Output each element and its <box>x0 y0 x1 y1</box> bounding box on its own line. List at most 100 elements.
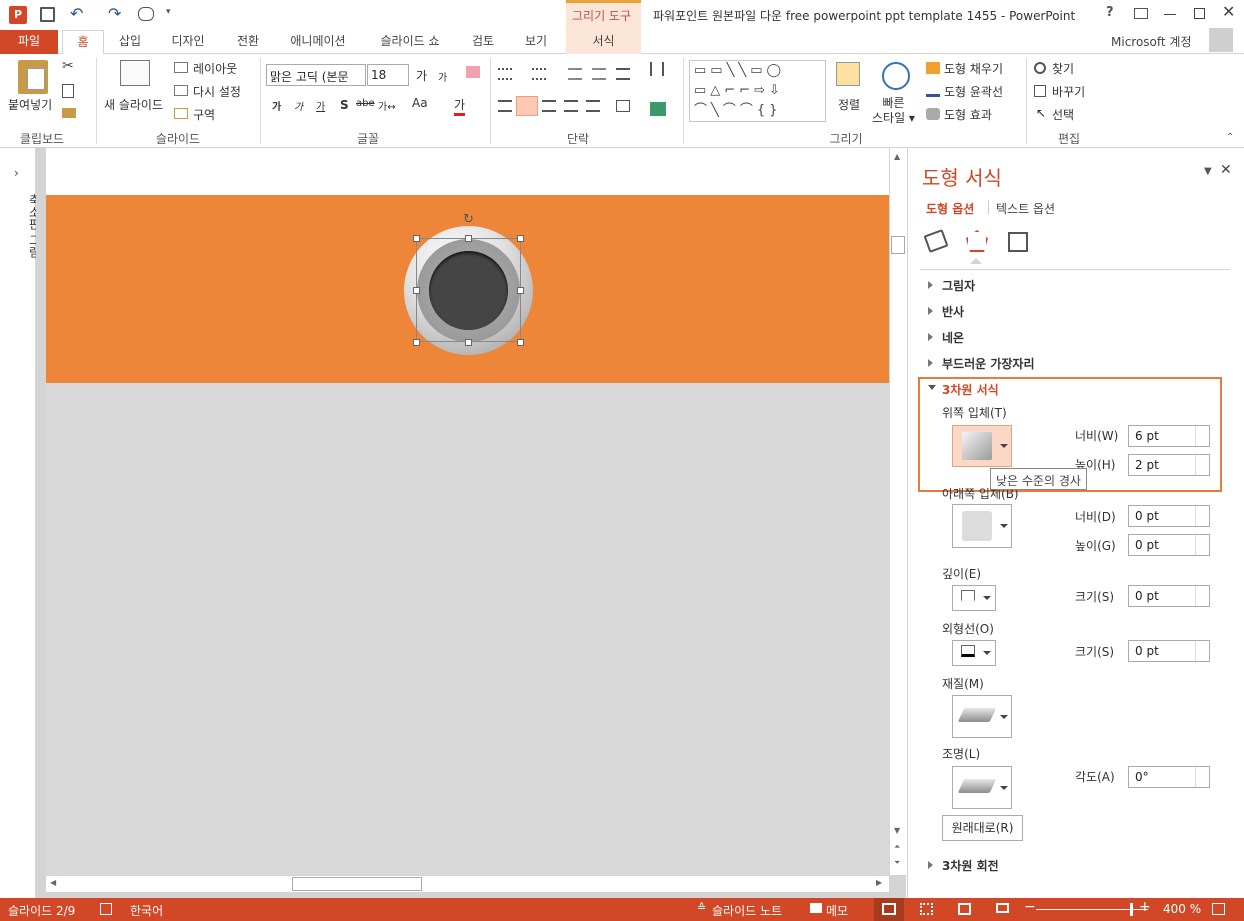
redo-icon[interactable]: ↷ <box>108 4 121 23</box>
case-icon[interactable]: Aa <box>412 96 428 110</box>
close-button[interactable]: ✕ <box>1222 2 1235 21</box>
shrink-font-icon[interactable]: 가 <box>438 69 447 84</box>
lighting-dropdown[interactable] <box>952 766 1012 809</box>
undo-icon[interactable]: ↶ <box>70 4 83 23</box>
replace-button[interactable]: 바꾸기 <box>1052 83 1085 100</box>
layout-icon[interactable] <box>174 62 188 73</box>
slideshow-icon[interactable] <box>138 7 154 21</box>
align-left-icon[interactable] <box>498 100 512 112</box>
quick-styles-icon[interactable] <box>882 62 910 90</box>
qat-customize-icon[interactable]: ▾ <box>166 7 171 17</box>
bold-icon[interactable]: 가 <box>272 98 281 113</box>
section-3d-rotation[interactable]: 3차원 회전 <box>942 857 999 874</box>
tab-design[interactable]: 디자인 <box>160 30 216 54</box>
section-icon[interactable] <box>174 108 188 119</box>
format-painter-icon[interactable] <box>62 108 76 118</box>
angle-input[interactable]: 0° <box>1128 766 1210 788</box>
resize-handle[interactable] <box>413 339 420 346</box>
zoom-level[interactable]: 400 % <box>1163 902 1201 916</box>
columns-icon[interactable] <box>650 62 664 76</box>
arrange-button[interactable]: 정렬 <box>838 96 860 113</box>
reset-icon[interactable] <box>174 85 188 96</box>
account-avatar[interactable] <box>1209 28 1233 52</box>
top-bevel-dropdown[interactable] <box>952 425 1012 467</box>
slide-sorter-icon[interactable] <box>920 903 933 915</box>
section-3d-format[interactable]: 3차원 서식 <box>942 381 999 398</box>
maximize-button[interactable] <box>1194 8 1205 19</box>
line-spacing-icon[interactable] <box>616 68 630 80</box>
horizontal-scrollbar[interactable]: ◀ ▶ <box>46 875 889 892</box>
tab-format[interactable]: 서식 <box>566 30 641 54</box>
decrease-indent-icon[interactable] <box>568 68 582 80</box>
slide-gray-body[interactable] <box>46 383 889 875</box>
shape-outline-button[interactable]: 도형 윤곽선 <box>944 83 1003 100</box>
account-label[interactable]: Microsoft 계정 <box>1111 33 1192 50</box>
arrange-icon[interactable] <box>836 62 860 86</box>
shapes-gallery[interactable]: ▭▭╲╲▭◯ ▭△⌐⌐⇨⇩ ⌒╲⌒⌒{} <box>689 60 826 122</box>
section-reflection[interactable]: 반사 <box>942 303 964 320</box>
replace-icon[interactable] <box>1034 85 1046 97</box>
top-bevel-width-input[interactable]: 6 pt <box>1128 425 1210 447</box>
resize-handle[interactable] <box>465 235 472 242</box>
smartart-icon[interactable] <box>650 102 666 116</box>
font-size-select[interactable]: 18 <box>367 64 409 86</box>
zoom-slider-thumb[interactable] <box>1130 903 1133 916</box>
tab-shape-options[interactable]: 도형 옵션 <box>926 200 974 217</box>
shape-fill-button[interactable]: 도형 채우기 <box>944 60 1003 77</box>
bullets-icon[interactable] <box>498 68 512 80</box>
justify-icon[interactable] <box>564 100 578 112</box>
comments-icon[interactable] <box>810 903 822 913</box>
font-name-select[interactable]: 맑은 고딕 (본문 <box>266 64 366 86</box>
quick-styles-button[interactable]: 빠른 스타일 ▾ <box>872 96 915 126</box>
strike-icon[interactable]: abe <box>356 98 375 109</box>
expand-thumbnails-icon[interactable]: › <box>14 166 19 180</box>
spacing-icon[interactable]: 가↔ <box>378 98 396 113</box>
pane-options-icon[interactable]: ▼ <box>1204 166 1212 177</box>
resize-handle[interactable] <box>465 339 472 346</box>
tab-animations[interactable]: 애니메이션 <box>282 30 354 54</box>
bottom-bevel-width-input[interactable]: 0 pt <box>1128 505 1210 527</box>
resize-handle[interactable] <box>517 235 524 242</box>
align-center-icon[interactable] <box>516 96 538 116</box>
contour-color-dropdown[interactable] <box>952 640 996 666</box>
zoom-out-button[interactable]: − <box>1024 899 1036 915</box>
reading-view-icon[interactable] <box>958 903 971 915</box>
distribute-icon[interactable] <box>586 100 600 112</box>
tab-insert[interactable]: 삽입 <box>110 30 150 54</box>
collapse-3d-format-icon[interactable] <box>928 385 936 390</box>
section-glow[interactable]: 네온 <box>942 329 964 346</box>
section-button[interactable]: 구역 <box>193 106 215 123</box>
fill-line-icon[interactable] <box>923 229 949 253</box>
cut-icon[interactable]: ✂ <box>62 58 74 74</box>
find-icon[interactable] <box>1034 62 1046 74</box>
shape-fill-icon[interactable] <box>926 62 940 74</box>
tab-text-options[interactable]: 텍스트 옵션 <box>996 200 1055 217</box>
select-icon[interactable]: ↖ <box>1036 106 1046 120</box>
grow-font-icon[interactable]: 가 <box>416 67 427 84</box>
fit-to-window-icon[interactable] <box>1212 903 1225 915</box>
powerpoint-app-icon[interactable]: P <box>9 6 27 24</box>
shape-effects-icon[interactable] <box>926 108 940 120</box>
expand-reflection-icon[interactable] <box>928 307 933 315</box>
section-shadow[interactable]: 그림자 <box>942 277 975 294</box>
expand-glow-icon[interactable] <box>928 333 933 341</box>
shadow-text-icon[interactable]: S <box>340 98 349 112</box>
collapse-ribbon-icon[interactable]: ⌃ <box>1226 132 1234 143</box>
tab-transitions[interactable]: 전환 <box>226 30 270 54</box>
top-bevel-height-input[interactable]: 2 pt <box>1128 454 1210 476</box>
pane-close-icon[interactable]: ✕ <box>1220 162 1232 178</box>
tab-review[interactable]: 검토 <box>462 30 504 54</box>
slide-top-area[interactable] <box>46 148 889 195</box>
section-soft-edges[interactable]: 부드러운 가장자리 <box>942 355 1035 372</box>
resize-handle[interactable] <box>413 287 420 294</box>
text-direction-icon[interactable] <box>616 100 630 112</box>
tab-slideshow[interactable]: 슬라이드 쇼 <box>368 30 452 54</box>
layout-button[interactable]: 레이아웃 <box>193 60 237 77</box>
expand-soft-edges-icon[interactable] <box>928 359 933 367</box>
reset-button[interactable]: 다시 설정 <box>193 83 241 100</box>
italic-icon[interactable]: 가 <box>294 98 303 113</box>
clear-format-icon[interactable] <box>466 66 480 78</box>
align-right-icon[interactable] <box>542 100 556 112</box>
paste-icon[interactable] <box>18 60 48 94</box>
zoom-in-button[interactable]: + <box>1139 899 1151 915</box>
